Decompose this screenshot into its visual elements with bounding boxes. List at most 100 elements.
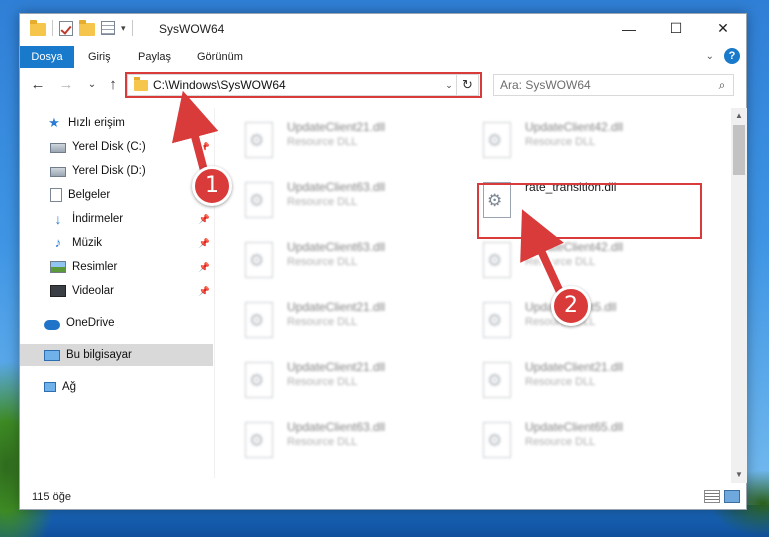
nav-item-label: OneDrive	[66, 317, 115, 329]
pane-splitter[interactable]	[214, 108, 215, 478]
details-view-icon[interactable]	[704, 490, 720, 503]
cloud-icon	[44, 319, 60, 330]
file-item[interactable]: UpdateClient42.dll Resource DLL	[463, 114, 693, 166]
file-item[interactable]: UpdateClient63.dll Resource DLL	[225, 174, 455, 226]
download-icon: ↓	[54, 211, 62, 227]
dll-file-icon	[245, 122, 273, 158]
nav-item-label: İndirmeler	[72, 213, 124, 225]
file-item[interactable]: UpdateClient63.dll Resource DLL	[225, 414, 455, 466]
file-item[interactable]: UpdateClient21.dll Resource DLL	[463, 354, 693, 406]
customize-icon[interactable]	[101, 21, 115, 35]
nav-item-label: Müzik	[72, 237, 103, 249]
back-button[interactable]: ←	[28, 76, 48, 94]
file-name: UpdateClient21.dll	[287, 300, 386, 314]
disk-icon	[50, 143, 66, 153]
pin-icon[interactable]: 📌	[199, 214, 210, 225]
nav-item-label: Bu bilgisayar	[66, 349, 132, 361]
pictures-icon	[50, 261, 66, 273]
pin-icon[interactable]: 📌	[199, 286, 210, 297]
large-icons-view-icon[interactable]	[724, 490, 740, 503]
nav-item-label: Belgeler	[68, 189, 111, 201]
toolbar-separator	[52, 20, 53, 36]
scroll-thumb[interactable]	[733, 125, 745, 175]
file-name: UpdateClient21.dll	[525, 360, 624, 374]
window-title: SysWOW64	[159, 22, 225, 36]
forward-button[interactable]: →	[56, 76, 76, 94]
pin-icon[interactable]: 📌	[199, 238, 210, 249]
step-2-badge: 2	[551, 286, 591, 326]
nav-item-local-disk-c[interactable]: Yerel Disk (C:) 📌	[20, 136, 213, 158]
file-item[interactable]: UpdateClient63.dll Resource DLL	[225, 234, 455, 286]
nav-item-local-disk-d[interactable]: Yerel Disk (D:)	[20, 160, 213, 182]
vertical-scrollbar[interactable]: ▲ ▼	[731, 108, 747, 483]
tab-share[interactable]: Paylaş	[128, 46, 181, 68]
folder-icon[interactable]	[30, 19, 46, 36]
scroll-up-arrow[interactable]: ▲	[731, 108, 747, 124]
file-item[interactable]: UpdateClient21.dll Resource DLL	[225, 354, 455, 406]
pin-icon[interactable]: 📌	[199, 142, 210, 153]
file-item[interactable]: UpdateClient21.dll Resource DLL	[225, 114, 455, 166]
new-folder-icon[interactable]	[79, 19, 95, 36]
search-input[interactable]: Ara: SysWOW64	[494, 78, 711, 92]
file-item[interactable]: UpdateClient21.dll Resource DLL	[225, 294, 455, 346]
ribbon-expand-icon[interactable]: ⌄	[706, 51, 714, 62]
tab-file[interactable]: Dosya	[20, 46, 74, 68]
tab-view[interactable]: Görünüm	[187, 46, 253, 68]
file-name: UpdateClient21.dll	[287, 120, 386, 134]
maximize-button[interactable]: ☐	[653, 14, 699, 43]
scroll-down-arrow[interactable]: ▼	[731, 467, 747, 483]
item-count: 115 öğe	[32, 491, 71, 503]
help-icon[interactable]: ?	[724, 48, 740, 64]
file-highlight-box	[477, 183, 702, 239]
status-bar: 115 öğe	[20, 485, 746, 509]
dll-file-icon	[245, 422, 273, 458]
pin-icon[interactable]: 📌	[199, 262, 210, 273]
nav-item-this-pc[interactable]: Bu bilgisayar	[20, 344, 213, 366]
nav-item-videos[interactable]: Videolar 📌	[20, 280, 213, 302]
nav-item-label: Resimler	[72, 261, 118, 273]
file-type: Resource DLL	[287, 196, 358, 208]
nav-item-network[interactable]: Ağ	[20, 376, 213, 398]
nav-item-label: Videolar	[72, 285, 114, 297]
recent-locations-button[interactable]: ⌄	[82, 76, 102, 94]
search-icon[interactable]: ⌕	[711, 78, 733, 93]
computer-icon	[44, 349, 60, 361]
file-type: Resource DLL	[525, 436, 596, 448]
file-name: UpdateClient65.dll	[525, 420, 624, 434]
nav-item-music[interactable]: ♪ Müzik 📌	[20, 232, 213, 254]
title-bar: ▾ SysWOW64 — ☐ ✕	[20, 14, 746, 45]
nav-item-label: Yerel Disk (C:)	[72, 141, 146, 153]
file-item[interactable]: UpdateClient65.dll Resource DLL	[463, 414, 693, 466]
close-button[interactable]: ✕	[700, 14, 746, 43]
nav-item-onedrive[interactable]: OneDrive	[20, 312, 213, 334]
file-type: Resource DLL	[287, 436, 358, 448]
search-box[interactable]: Ara: SysWOW64 ⌕	[493, 74, 734, 96]
nav-item-documents[interactable]: Belgeler 📌	[20, 184, 213, 206]
file-type: Resource DLL	[525, 136, 596, 148]
step-1-badge: 1	[192, 166, 232, 206]
file-name: UpdateClient63.dll	[287, 240, 386, 254]
file-type: Resource DLL	[287, 376, 358, 388]
qa-dropdown-icon[interactable]: ▾	[121, 23, 126, 34]
navigation-pane: ★ Hızlı erişim Yerel Disk (C:) 📌 Yerel D…	[20, 108, 214, 478]
videos-icon	[50, 285, 66, 297]
network-icon	[44, 382, 56, 392]
dll-file-icon	[245, 302, 273, 338]
minimize-button[interactable]: —	[606, 14, 652, 43]
music-icon: ♪	[54, 235, 62, 250]
nav-item-label: Ağ	[62, 381, 77, 393]
nav-item-downloads[interactable]: ↓ İndirmeler 📌	[20, 208, 213, 230]
address-row: ← → ⌄ ↑ C:\Windows\SysWOW64 ⌄ ↻ Ara: Sys…	[20, 69, 746, 101]
nav-item-pictures[interactable]: Resimler 📌	[20, 256, 213, 278]
file-item[interactable]: UpdateClient42.dll Resource DLL	[463, 234, 693, 286]
file-name: UpdateClient21.dll	[287, 360, 386, 374]
dll-file-icon	[483, 362, 511, 398]
dll-file-icon	[245, 362, 273, 398]
properties-check-icon[interactable]	[59, 20, 73, 36]
up-button[interactable]: ↑	[103, 76, 123, 94]
file-type: Resource DLL	[525, 256, 596, 268]
file-type: Resource DLL	[287, 316, 358, 328]
nav-item-quick-access[interactable]: ★ Hızlı erişim	[20, 112, 213, 134]
dll-file-icon	[483, 122, 511, 158]
tab-home[interactable]: Giriş	[78, 46, 121, 68]
